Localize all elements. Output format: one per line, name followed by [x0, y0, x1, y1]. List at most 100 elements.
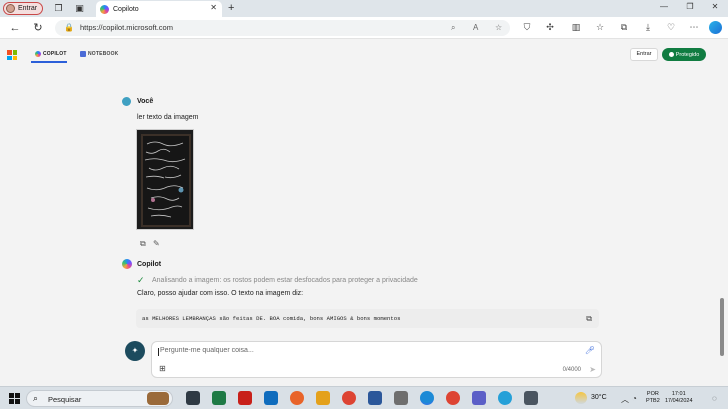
- chrome-profile-icon[interactable]: [446, 391, 460, 405]
- user-avatar-icon: [122, 97, 131, 106]
- lang-line2: PTB2: [646, 398, 660, 404]
- notifications-icon[interactable]: ◌: [712, 394, 717, 403]
- chat-input[interactable]: [160, 347, 540, 354]
- search-highlight-image: [147, 392, 169, 405]
- user-name: Você: [137, 98, 154, 105]
- app-icon-2[interactable]: [524, 391, 538, 405]
- tab-copilot-label: COPILOT: [43, 51, 67, 57]
- chrome-icon[interactable]: [342, 391, 356, 405]
- bot-reply: Claro, posso ajudar com isso. O texto na…: [137, 290, 304, 297]
- lang-line1: POR: [646, 391, 659, 397]
- search-label: Pesquisar: [48, 395, 82, 404]
- address-url: https://copilot.microsoft.com: [80, 23, 173, 32]
- favorites-icon[interactable]: ☆: [593, 22, 607, 33]
- profile-button[interactable]: Entrar: [3, 2, 43, 15]
- zoom-icon[interactable]: ⌕: [451, 23, 455, 33]
- active-tab-indicator: [31, 61, 67, 63]
- lock-icon[interactable]: 🔒: [64, 23, 74, 32]
- tab-actions-icon[interactable]: ▣: [74, 3, 85, 14]
- text-cursor: [158, 348, 159, 356]
- windows-taskbar: ⌕ Pesquisar 30°C ︿ POR PTB2 ◔ 17:01 17/0…: [0, 386, 728, 409]
- tab-title: Copiloto: [113, 5, 139, 13]
- back-icon[interactable]: ←: [8, 22, 22, 34]
- profile-label: Entrar: [18, 5, 38, 12]
- extracted-text: as MELHORES LEMBRANÇAS são feitas DE. BO…: [142, 315, 401, 322]
- page-scrollbar[interactable]: [716, 40, 728, 386]
- close-tab-icon[interactable]: ✕: [210, 3, 217, 12]
- network-icon[interactable]: ◔: [632, 394, 637, 403]
- favorite-star-icon[interactable]: ☆: [495, 23, 502, 32]
- new-tab-icon[interactable]: +: [228, 2, 234, 14]
- composer: 🎤︎ ⊞ 0/4000 ➤: [151, 341, 602, 378]
- analysis-status: Analisando a imagem: os rostos podem est…: [152, 277, 418, 284]
- scrollbar-thumb[interactable]: [720, 298, 724, 356]
- uploaded-image-thumbnail[interactable]: [136, 129, 194, 230]
- add-image-icon[interactable]: ⊞: [159, 364, 166, 373]
- read-aloud-icon[interactable]: A: [473, 23, 478, 32]
- new-topic-button[interactable]: ✦: [125, 341, 145, 361]
- microphone-icon[interactable]: 🎤︎: [585, 346, 595, 355]
- address-bar[interactable]: 🔒 https://copilot.microsoft.com ⌕ A ☆: [55, 20, 510, 36]
- teams-icon[interactable]: [472, 391, 486, 405]
- app-icon[interactable]: [394, 391, 408, 405]
- copilot-sidebar-icon[interactable]: [709, 21, 722, 34]
- code-block: as MELHORES LEMBRANÇAS são feitas DE. BO…: [136, 309, 599, 328]
- excel-icon[interactable]: [212, 391, 226, 405]
- edge-icon[interactable]: [420, 391, 434, 405]
- downloads-icon[interactable]: ⤓: [641, 22, 655, 33]
- protected-label: Protegido: [675, 51, 700, 58]
- firefox-icon[interactable]: [290, 391, 304, 405]
- close-window-icon[interactable]: ✕: [705, 2, 725, 11]
- refresh-icon[interactable]: ↻: [31, 22, 45, 34]
- word-icon[interactable]: [368, 391, 382, 405]
- tab-notebook[interactable]: NOTEBOOK: [80, 51, 119, 57]
- tab-copilot[interactable]: COPILOT: [35, 51, 67, 57]
- taskbar-search[interactable]: ⌕ Pesquisar: [26, 390, 173, 407]
- split-screen-icon[interactable]: ▥: [569, 22, 583, 33]
- signin-button[interactable]: Entrar: [630, 48, 658, 61]
- task-view-icon[interactable]: [186, 391, 200, 405]
- shield-icon: [668, 52, 674, 57]
- restore-icon[interactable]: ❐: [680, 2, 700, 11]
- language-indicator[interactable]: POR PTB2: [646, 391, 660, 405]
- microsoft-logo-icon[interactable]: [7, 50, 17, 60]
- send-icon[interactable]: ➤: [589, 365, 596, 374]
- avatar: [6, 4, 15, 13]
- search-icon: ⌕: [33, 393, 39, 403]
- browser-tab-copiloto[interactable]: Copiloto ✕: [96, 1, 222, 17]
- weather-icon[interactable]: [575, 392, 587, 404]
- telegram-icon[interactable]: [498, 391, 512, 405]
- copilot-header: COPILOT NOTEBOOK Entrar Protegido: [0, 40, 716, 66]
- char-counter: 0/4000: [562, 367, 581, 373]
- chalkboard-lettering: [144, 141, 186, 218]
- broom-icon: ✦: [131, 346, 139, 355]
- browser-titlebar: Entrar ❐ ▣ Copiloto ✕ + — ❐ ✕: [0, 0, 728, 17]
- outlook-icon[interactable]: [264, 391, 278, 405]
- copy-code-icon[interactable]: ⧉: [586, 314, 592, 324]
- protected-button[interactable]: Protegido: [662, 48, 706, 61]
- collections-icon[interactable]: ⧉: [617, 22, 631, 33]
- windows-start-icon[interactable]: [9, 393, 20, 404]
- temperature: 30°C: [591, 394, 607, 401]
- bot-name: Copilot: [137, 261, 162, 268]
- browser-essentials-icon[interactable]: ♡: [664, 22, 678, 33]
- tab-notebook-label: NOTEBOOK: [88, 51, 119, 57]
- date: 17/04/2024: [665, 398, 693, 404]
- user-message: ler texto da imagem: [137, 114, 199, 121]
- file-explorer-icon[interactable]: [316, 391, 330, 405]
- minimize-icon[interactable]: —: [654, 2, 674, 11]
- extension-shield-icon[interactable]: ⛉: [520, 22, 534, 33]
- more-menu-icon[interactable]: ⋯: [687, 22, 701, 33]
- acrobat-icon[interactable]: [238, 391, 252, 405]
- workspaces-icon[interactable]: ❐: [53, 3, 64, 14]
- edit-pencil-icon[interactable]: ✎: [153, 239, 160, 248]
- copilot-favicon-icon: [100, 4, 109, 14]
- chevron-up-icon[interactable]: ︿: [621, 394, 629, 405]
- checkmark-icon: ✓: [137, 275, 145, 285]
- clock[interactable]: 17:01 17/04/2024: [665, 391, 693, 405]
- copy-icon[interactable]: ⧉: [140, 239, 146, 249]
- chat-area: [0, 66, 716, 386]
- time: 17:01: [671, 391, 686, 397]
- copilot-avatar-icon: [122, 259, 132, 269]
- extensions-icon[interactable]: ✣: [543, 22, 557, 33]
